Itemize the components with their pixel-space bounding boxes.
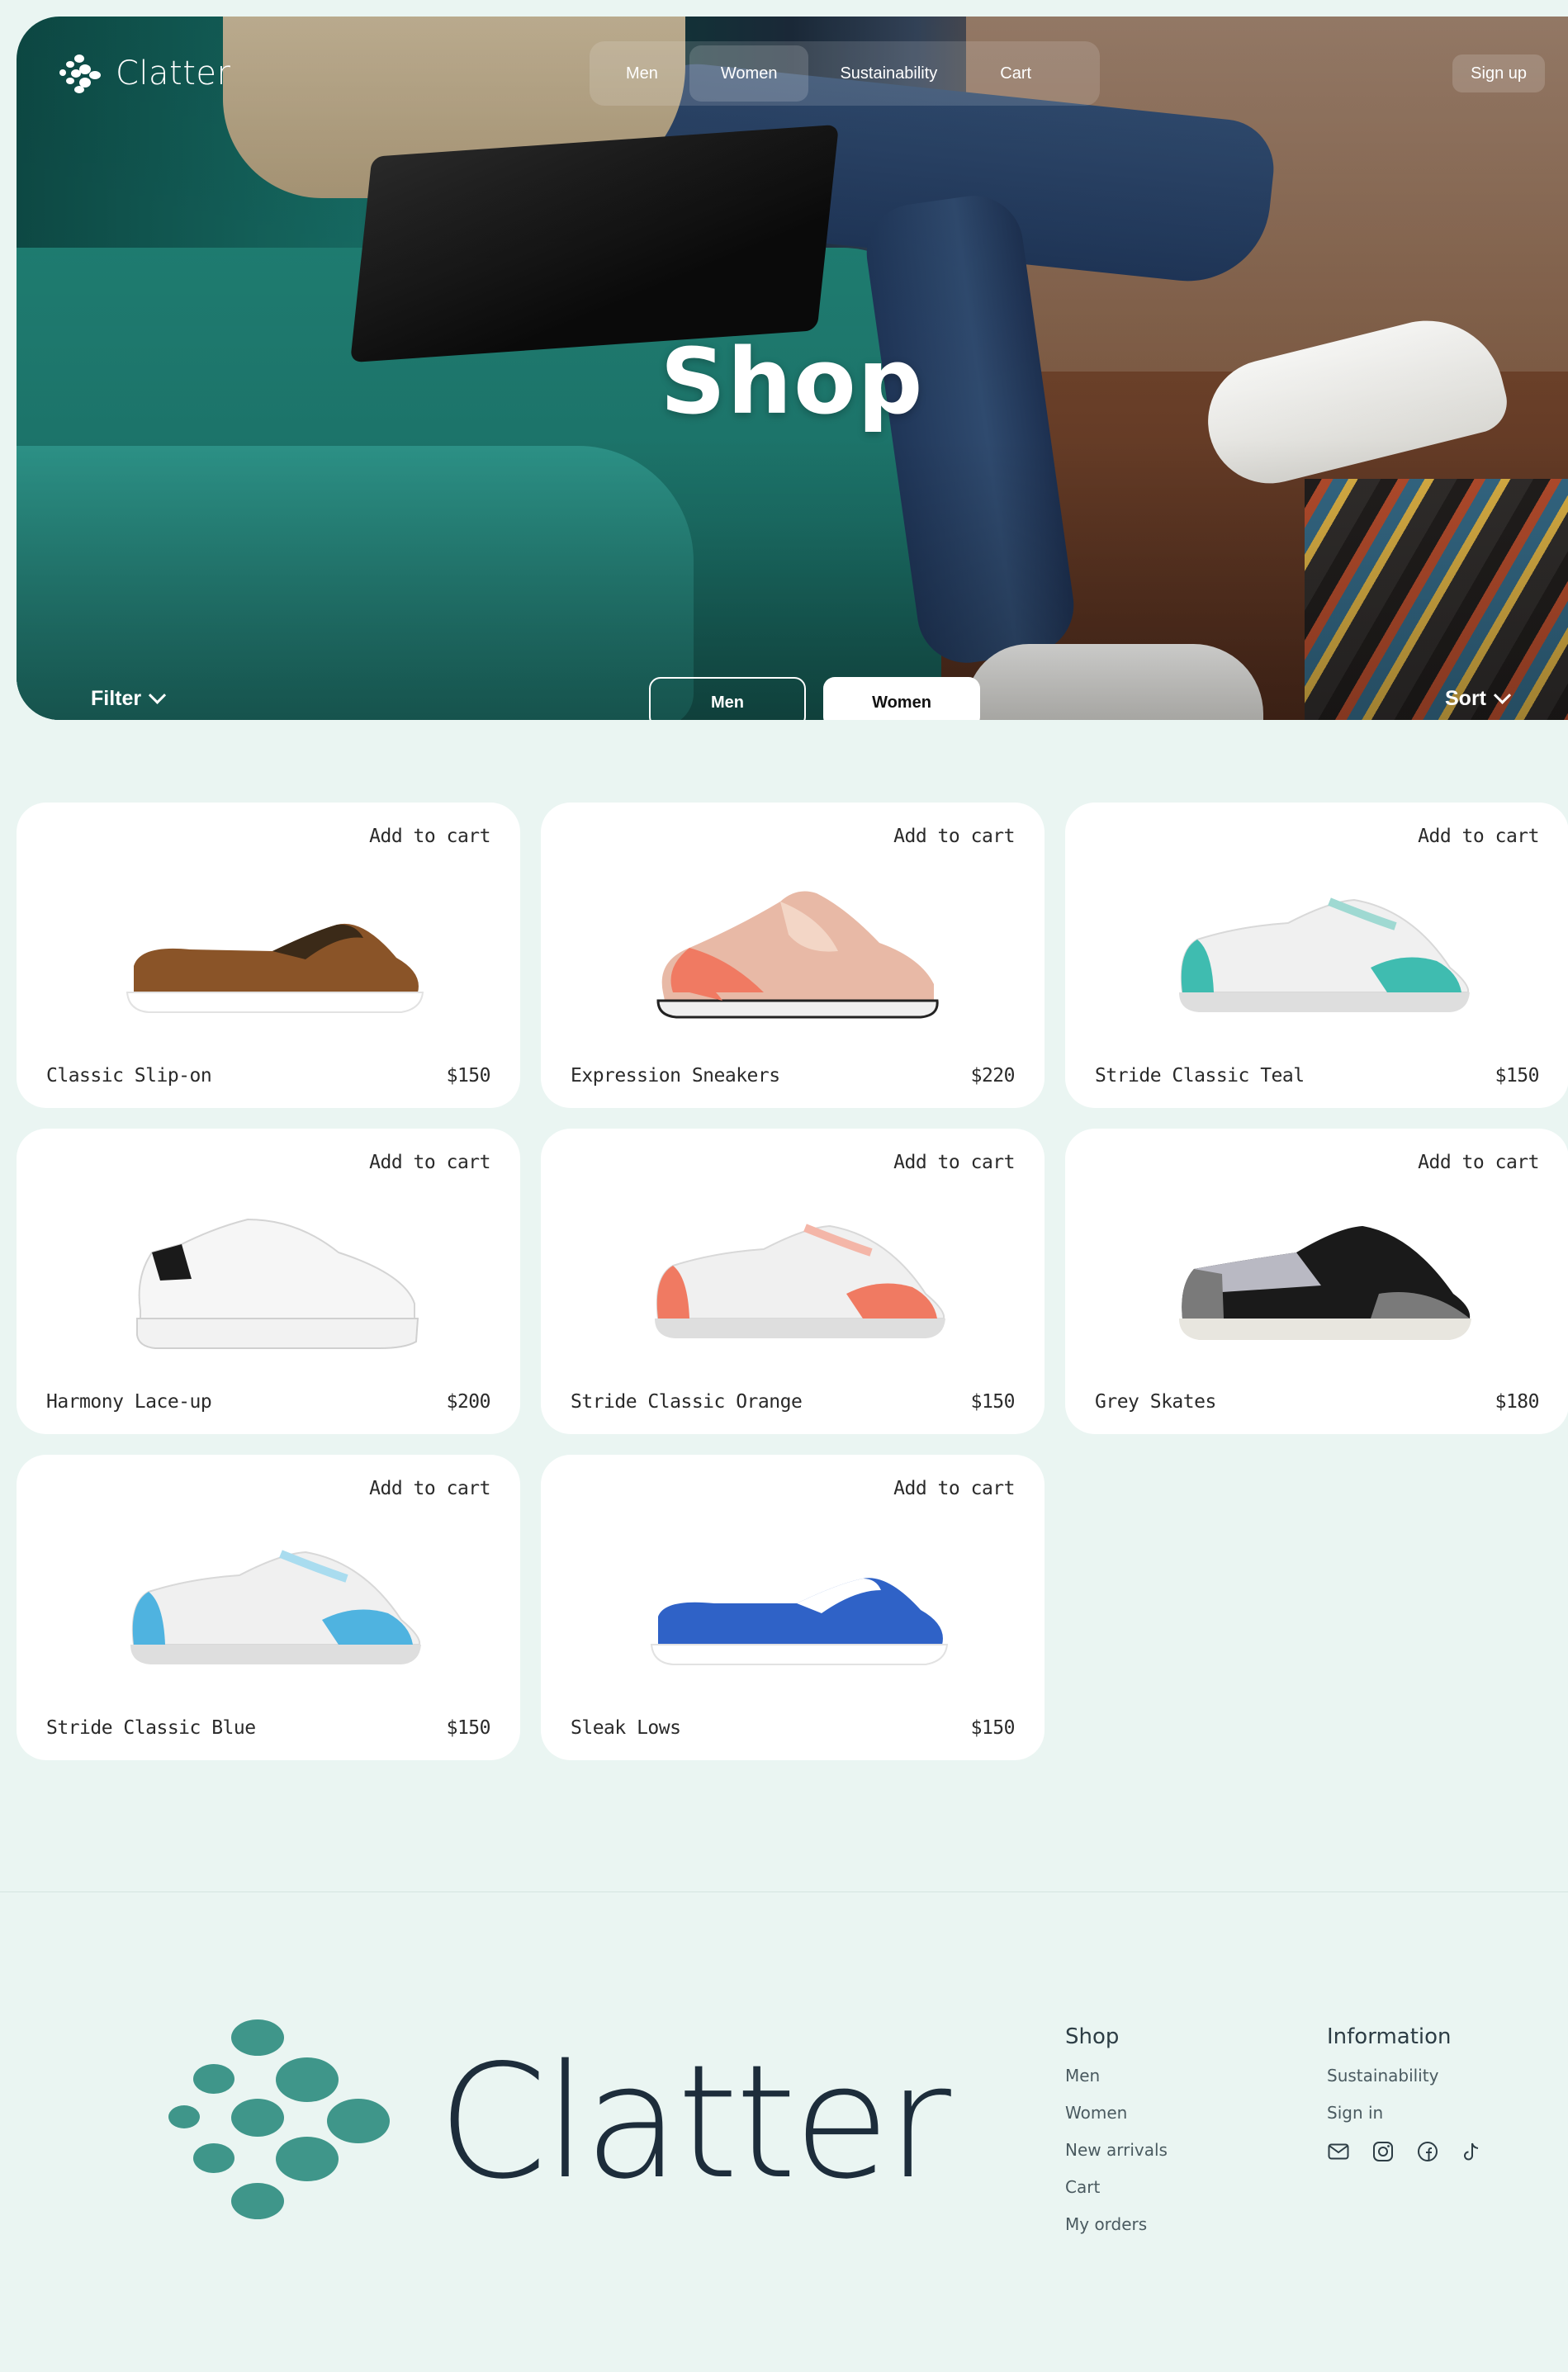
product-name: Stride Classic Blue [46,1717,256,1739]
clatter-logo-icon [168,2019,400,2226]
filter-button[interactable]: Filter [91,686,167,711]
main-nav: Men Women Sustainability Cart [590,41,1100,106]
brand-name: Clatter [116,54,231,92]
shoe-image [1179,897,1470,1012]
shoe-image [656,891,939,1019]
add-to-cart-button[interactable]: Add to cart [893,1478,1015,1499]
product-card[interactable]: Add to cart Harmony Lace-up $200 [17,1129,520,1434]
nav-item-women[interactable]: Women [689,45,809,102]
chevron-down-icon [149,686,167,704]
product-card[interactable]: Add to cart Expression Sneakers $220 [541,803,1045,1108]
add-to-cart-button[interactable]: Add to cart [1418,826,1539,847]
product-price: $150 [446,1065,491,1087]
product-price: $150 [446,1717,491,1739]
sort-button[interactable]: Sort [1445,686,1512,711]
add-to-cart-button[interactable]: Add to cart [893,826,1015,847]
mail-icon[interactable] [1327,2140,1350,2163]
product-name: Stride Classic Teal [1095,1065,1305,1087]
footer-link-sustainability[interactable]: Sustainability [1327,2066,1484,2086]
product-name: Sleak Lows [571,1717,681,1739]
add-to-cart-button[interactable]: Add to cart [893,1152,1015,1173]
product-card[interactable]: Add to cart Stride Classic Blue $150 [17,1455,520,1760]
footer-brand-name: Clatter [438,2031,951,2213]
product-name: Stride Classic Orange [571,1391,803,1413]
add-to-cart-button[interactable]: Add to cart [369,826,490,847]
product-price: $220 [970,1065,1016,1087]
footer-link-men[interactable]: Men [1065,2066,1168,2086]
hero-banner: Clatter Men Women Sustainability Cart Si… [17,17,1568,720]
product-name: Expression Sneakers [571,1065,780,1087]
brand-logo[interactable]: Clatter [59,54,231,93]
product-card[interactable]: Add to cart Stride Classic Orange $150 [541,1129,1045,1434]
product-card[interactable]: Add to cart Stride Classic Teal $150 [1065,803,1568,1108]
product-price: $200 [446,1391,491,1413]
product-price: $150 [970,1391,1016,1413]
sort-label: Sort [1445,687,1486,710]
instagram-icon[interactable] [1371,2140,1395,2163]
segment-men[interactable]: Men [649,677,806,720]
nav-item-men[interactable]: Men [595,45,689,102]
facebook-icon[interactable] [1416,2140,1439,2163]
nav-item-sustainability[interactable]: Sustainability [808,45,969,102]
product-name: Harmony Lace-up [46,1391,212,1413]
signup-button[interactable]: Sign up [1452,54,1545,92]
footer-logo[interactable]: Clatter [168,2019,951,2226]
product-price: $180 [1495,1391,1540,1413]
footer-column-information: Information Sustainability Sign in [1327,2024,1484,2163]
product-card[interactable]: Add to cart Classic Slip-on $150 [17,803,520,1108]
footer-divider [0,1891,1568,1892]
nav-item-cart[interactable]: Cart [969,45,1063,102]
product-price: $150 [970,1717,1016,1739]
product-name: Grey Skates [1095,1391,1216,1413]
add-to-cart-button[interactable]: Add to cart [369,1478,490,1499]
shoe-image [130,1550,421,1664]
add-to-cart-button[interactable]: Add to cart [1418,1152,1539,1173]
footer-column-title: Information [1327,2024,1452,2049]
tiktok-icon[interactable] [1461,2140,1484,2163]
shoe-image [650,1578,949,1665]
shoe-image [126,923,424,1013]
footer-link-sign-in[interactable]: Sign in [1327,2103,1484,2123]
footer-link-my-orders[interactable]: My orders [1065,2214,1168,2234]
chevron-down-icon [1493,686,1512,704]
footer-column-shop: Shop Men Women New arrivals Cart My orde… [1065,2024,1168,2251]
shoe-image [1179,1226,1471,1340]
product-name: Classic Slip-on [46,1065,212,1087]
clatter-logo-icon [59,54,104,93]
footer-link-cart[interactable]: Cart [1065,2177,1168,2197]
social-links [1327,2140,1484,2163]
shoe-image [655,1224,945,1338]
product-price: $150 [1495,1065,1540,1087]
shoe-image [136,1218,419,1349]
product-card[interactable]: Add to cart Grey Skates $180 [1065,1129,1568,1434]
page-title: Shop [660,329,925,434]
footer-column-title: Shop [1065,2024,1120,2049]
segment-women[interactable]: Women [823,677,980,720]
add-to-cart-button[interactable]: Add to cart [369,1152,490,1173]
filter-label: Filter [91,687,142,710]
footer-link-women[interactable]: Women [1065,2103,1168,2123]
footer-link-new-arrivals[interactable]: New arrivals [1065,2140,1168,2160]
product-card[interactable]: Add to cart Sleak Lows $150 [541,1455,1045,1760]
